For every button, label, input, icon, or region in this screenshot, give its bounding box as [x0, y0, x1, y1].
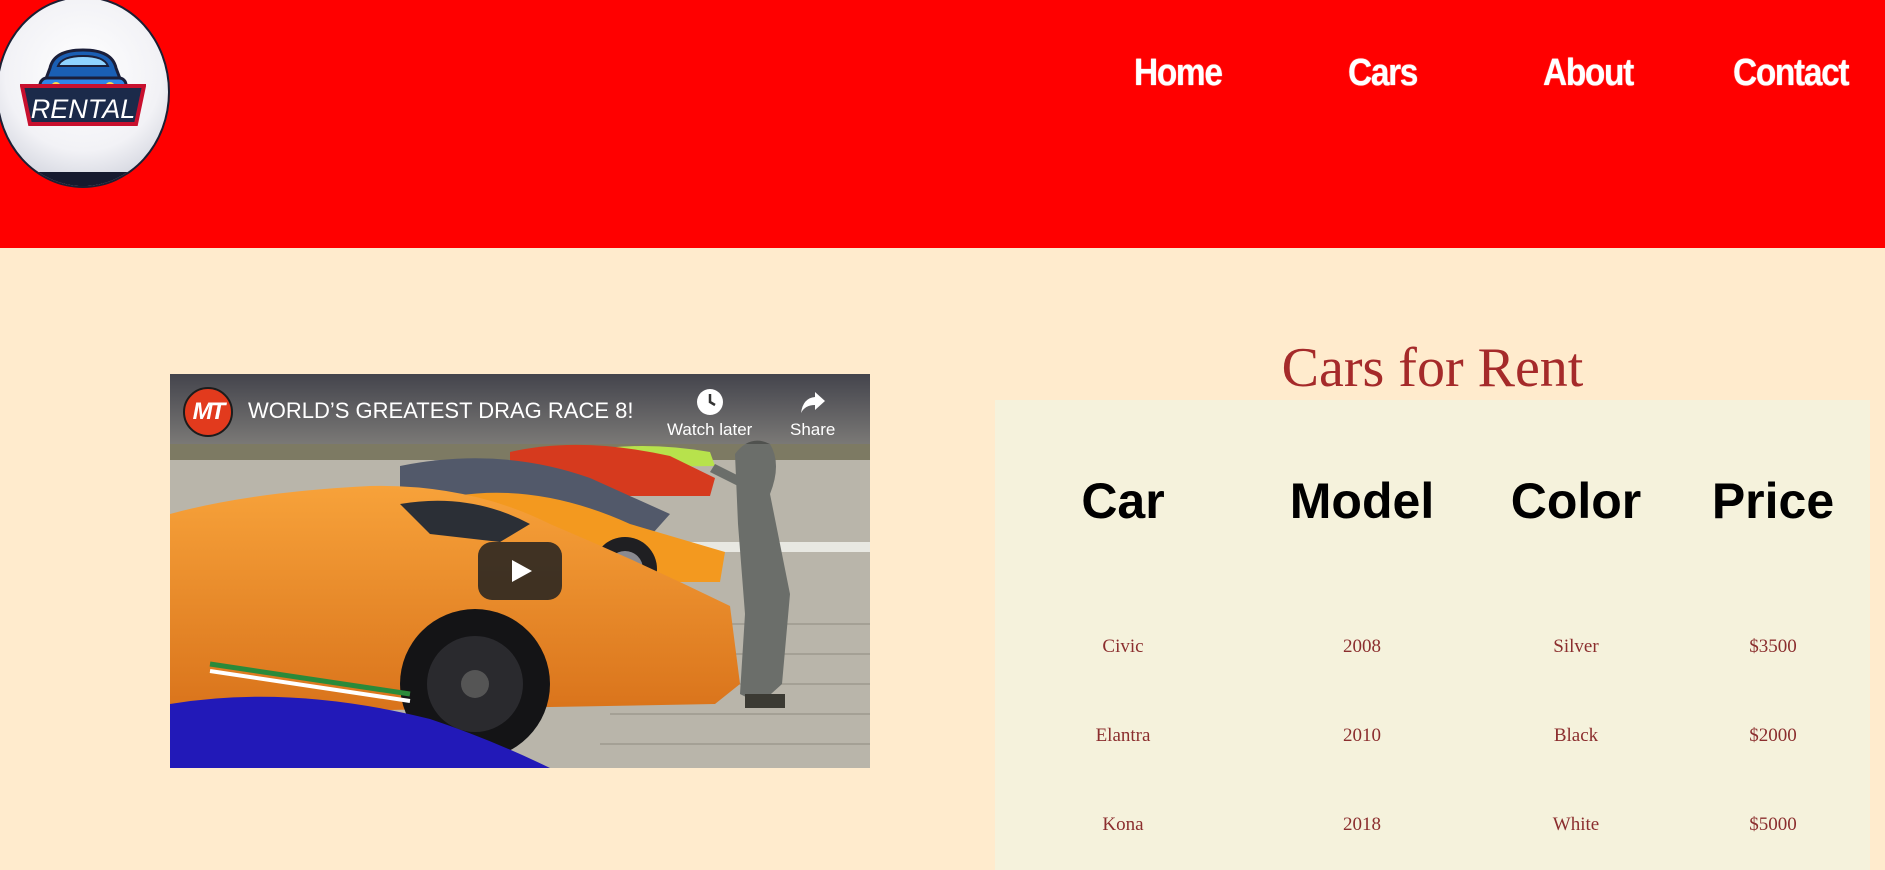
table-cell: 2008 — [1343, 636, 1381, 657]
nav-contact-link[interactable]: Contact — [1733, 52, 1850, 95]
clock-icon — [696, 389, 723, 415]
share-label: Share — [790, 420, 836, 439]
header-car: Car — [1081, 473, 1165, 529]
share-button[interactable]: Share — [790, 388, 835, 440]
channel-avatar[interactable]: MT — [183, 387, 233, 437]
table-cell: Elantra — [1095, 725, 1151, 746]
table-cell: $2000 — [1749, 725, 1797, 746]
video-embed[interactable]: MT WORLD’S GREATEST DRAG RACE 8! Watch l… — [170, 374, 870, 768]
cars-table: Car Model Color Price Civic 2008 Silver … — [995, 400, 1870, 870]
table-cell: $3500 — [1749, 636, 1797, 657]
table-cell: $5000 — [1749, 814, 1797, 835]
table-cell: White — [1552, 814, 1600, 835]
play-icon — [512, 560, 532, 582]
nav-about-link[interactable]: About — [1543, 52, 1634, 95]
table-cell: Black — [1553, 725, 1599, 746]
table-cell: 2018 — [1343, 814, 1381, 835]
header-color: Color — [1510, 473, 1642, 529]
nav-home-link[interactable]: Home — [1134, 52, 1223, 95]
table-cell: 2010 — [1343, 725, 1381, 746]
cars-table-title: Cars for Rent — [1281, 337, 1584, 399]
nav-cars-link[interactable]: Cars — [1348, 52, 1418, 95]
header-model: Model — [1289, 473, 1435, 529]
share-icon — [800, 392, 825, 413]
table-cell: Kona — [1102, 814, 1144, 835]
logo-shadow — [0, 172, 168, 186]
table-cell: Silver — [1553, 636, 1599, 657]
watch-later-label: Watch later — [667, 420, 753, 439]
play-button[interactable] — [478, 542, 562, 600]
table-cell: Civic — [1102, 636, 1144, 657]
main-nav: Home Cars About Contact — [0, 52, 1885, 112]
header-price: Price — [1711, 473, 1835, 529]
video-title[interactable]: WORLD’S GREATEST DRAG RACE 8! — [248, 398, 633, 424]
site-header: RENTAL Home Cars About Contact — [0, 0, 1885, 248]
watch-later-button[interactable]: Watch later — [667, 388, 752, 440]
